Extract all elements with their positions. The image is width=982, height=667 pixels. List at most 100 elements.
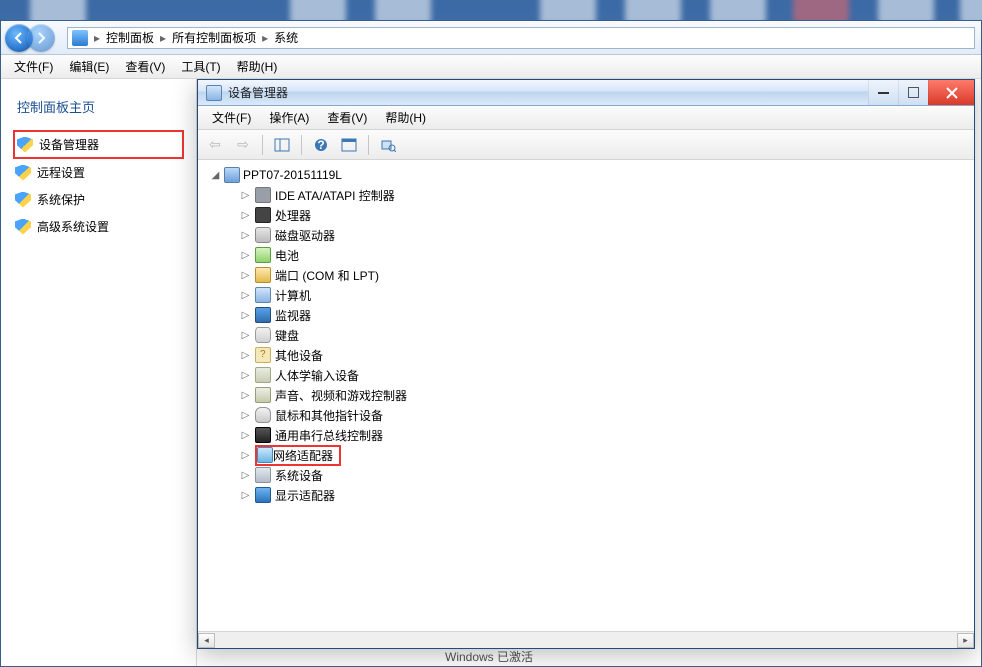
tree-node[interactable]: ▷ 网络适配器 [238, 445, 968, 465]
expander-icon[interactable]: ▷ [240, 330, 251, 341]
tree-node[interactable]: ▷端口 (COM 和 LPT) [238, 265, 968, 285]
expander-icon[interactable]: ▷ [240, 290, 251, 301]
toolbtn-help[interactable]: ? [310, 134, 332, 156]
sidebar-item-remote-settings[interactable]: 远程设置 [13, 159, 184, 186]
expander-icon[interactable]: ▷ [240, 210, 251, 221]
sidebar-item-label: 系统保护 [37, 191, 85, 208]
tree-node-label: 电池 [275, 247, 299, 264]
devmgr-menu-help[interactable]: 帮助(H) [377, 106, 434, 129]
sidebar-home-link[interactable]: 控制面板主页 [13, 89, 184, 130]
tree-node-label: 键盘 [275, 327, 299, 344]
highlight-box-network-adapter: 网络适配器 [255, 445, 341, 466]
system-icon [72, 30, 88, 46]
tree-node-label: 鼠标和其他指针设备 [275, 407, 383, 424]
expander-icon[interactable]: ▷ [240, 310, 251, 321]
toolbtn-show-hidden[interactable] [271, 134, 293, 156]
menu-file[interactable]: 文件(F) [7, 55, 60, 78]
snd-icon [255, 387, 271, 403]
sidebar-item-advanced-settings[interactable]: 高级系统设置 [13, 213, 184, 240]
explorer-menubar: 文件(F) 编辑(E) 查看(V) 工具(T) 帮助(H) [1, 55, 981, 79]
breadcrumb-leaf[interactable]: 系统 [274, 29, 298, 46]
tree-node[interactable]: ▷ 鼠标和其他指针设备 [238, 405, 968, 425]
tree-root[interactable]: ◢ PPT07-20151119L [204, 165, 968, 185]
tree-node[interactable]: ▷系统设备 [238, 465, 968, 485]
mon-icon [255, 307, 271, 323]
address-bar[interactable]: ▸ 控制面板 ▸ 所有控制面板项 ▸ 系统 [67, 27, 975, 49]
port-icon [255, 267, 271, 283]
expander-icon[interactable]: ▷ [240, 470, 251, 481]
control-panel-content: 设备管理器 文件(F) 操作(A) 查看(V) 帮助(H) [197, 79, 981, 666]
devmgr-title-text: 设备管理器 [228, 84, 862, 101]
devmgr-tree[interactable]: ◢ PPT07-20151119L ▷IDE ATA/ATAPI 控制器▷处理器… [198, 160, 974, 631]
tree-node[interactable]: ▷ 显示适配器 [238, 485, 968, 505]
expander-icon[interactable]: ▷ [240, 370, 251, 381]
devmgr-titlebar[interactable]: 设备管理器 [198, 80, 974, 106]
tree-node-label: 计算机 [275, 287, 311, 304]
menu-view[interactable]: 查看(V) [118, 55, 172, 78]
scroll-track[interactable] [215, 633, 957, 648]
sys-icon [255, 467, 271, 483]
expander-icon[interactable]: ▷ [240, 450, 251, 461]
tree-node[interactable]: ▷人体学输入设备 [238, 365, 968, 385]
scroll-left-button[interactable]: ◂ [198, 633, 215, 648]
expander-icon[interactable]: ▷ [240, 350, 251, 361]
tree-node[interactable]: ▷IDE ATA/ATAPI 控制器 [238, 185, 968, 205]
tree-node[interactable]: ▷ 键盘 [238, 325, 968, 345]
hid-icon [255, 367, 271, 383]
devmgr-menu-file[interactable]: 文件(F) [204, 106, 259, 129]
usb-icon [255, 427, 271, 443]
disp-icon [255, 487, 271, 503]
tree-node-label: 监视器 [275, 307, 311, 324]
tree-node[interactable]: ▷通用串行总线控制器 [238, 425, 968, 445]
tree-node[interactable]: ▷ 处理器 [238, 205, 968, 225]
horizontal-scrollbar[interactable]: ◂ ▸ [198, 631, 974, 648]
mouse-icon [255, 407, 271, 423]
expander-icon[interactable]: ▷ [240, 230, 251, 241]
net-icon [257, 447, 273, 463]
tree-node[interactable]: ▷其他设备 [238, 345, 968, 365]
tree-node-label: 处理器 [275, 207, 311, 224]
disk-icon [255, 227, 271, 243]
forward-button[interactable] [27, 24, 55, 52]
tree-node-label: 显示适配器 [275, 487, 335, 504]
tree-root-label: PPT07-20151119L [243, 168, 342, 182]
breadcrumb-sep: ▸ [94, 31, 100, 45]
expander-icon[interactable]: ▷ [240, 490, 251, 501]
toolbtn-scan[interactable] [377, 134, 399, 156]
ide-icon [255, 187, 271, 203]
shield-icon [17, 137, 33, 153]
tree-node[interactable]: ▷声音、视频和游戏控制器 [238, 385, 968, 405]
sidebar-item-device-manager[interactable]: 设备管理器 [15, 133, 182, 156]
expander-icon[interactable]: ◢ [210, 170, 221, 181]
devmgr-menu-view[interactable]: 查看(V) [319, 106, 375, 129]
toolbtn-back[interactable]: ⇦ [204, 134, 226, 156]
expander-icon[interactable]: ▷ [240, 390, 251, 401]
expander-icon[interactable]: ▷ [240, 250, 251, 261]
menu-help[interactable]: 帮助(H) [230, 55, 285, 78]
close-button[interactable] [928, 80, 974, 105]
svg-text:?: ? [317, 138, 324, 152]
other-icon [255, 347, 271, 363]
tree-node[interactable]: ▷ 计算机 [238, 285, 968, 305]
expander-icon[interactable]: ▷ [240, 410, 251, 421]
maximize-button[interactable] [898, 80, 928, 105]
menu-tools[interactable]: 工具(T) [174, 55, 227, 78]
expander-icon[interactable]: ▷ [240, 430, 251, 441]
devmgr-menu-action[interactable]: 操作(A) [261, 106, 317, 129]
minimize-button[interactable] [868, 80, 898, 105]
toolbtn-properties[interactable] [338, 134, 360, 156]
breadcrumb-root[interactable]: 控制面板 [106, 29, 154, 46]
computer-icon [224, 167, 240, 183]
shield-icon [15, 192, 31, 208]
sidebar-item-system-protection[interactable]: 系统保护 [13, 186, 184, 213]
expander-icon[interactable]: ▷ [240, 190, 251, 201]
menu-edit[interactable]: 编辑(E) [62, 55, 116, 78]
devmgr-menubar: 文件(F) 操作(A) 查看(V) 帮助(H) [198, 106, 974, 130]
breadcrumb-mid[interactable]: 所有控制面板项 [172, 29, 256, 46]
toolbtn-forward[interactable]: ⇨ [232, 134, 254, 156]
tree-node[interactable]: ▷磁盘驱动器 [238, 225, 968, 245]
tree-node[interactable]: ▷ 电池 [238, 245, 968, 265]
tree-node[interactable]: ▷ 监视器 [238, 305, 968, 325]
scroll-right-button[interactable]: ▸ [957, 633, 974, 648]
expander-icon[interactable]: ▷ [240, 270, 251, 281]
